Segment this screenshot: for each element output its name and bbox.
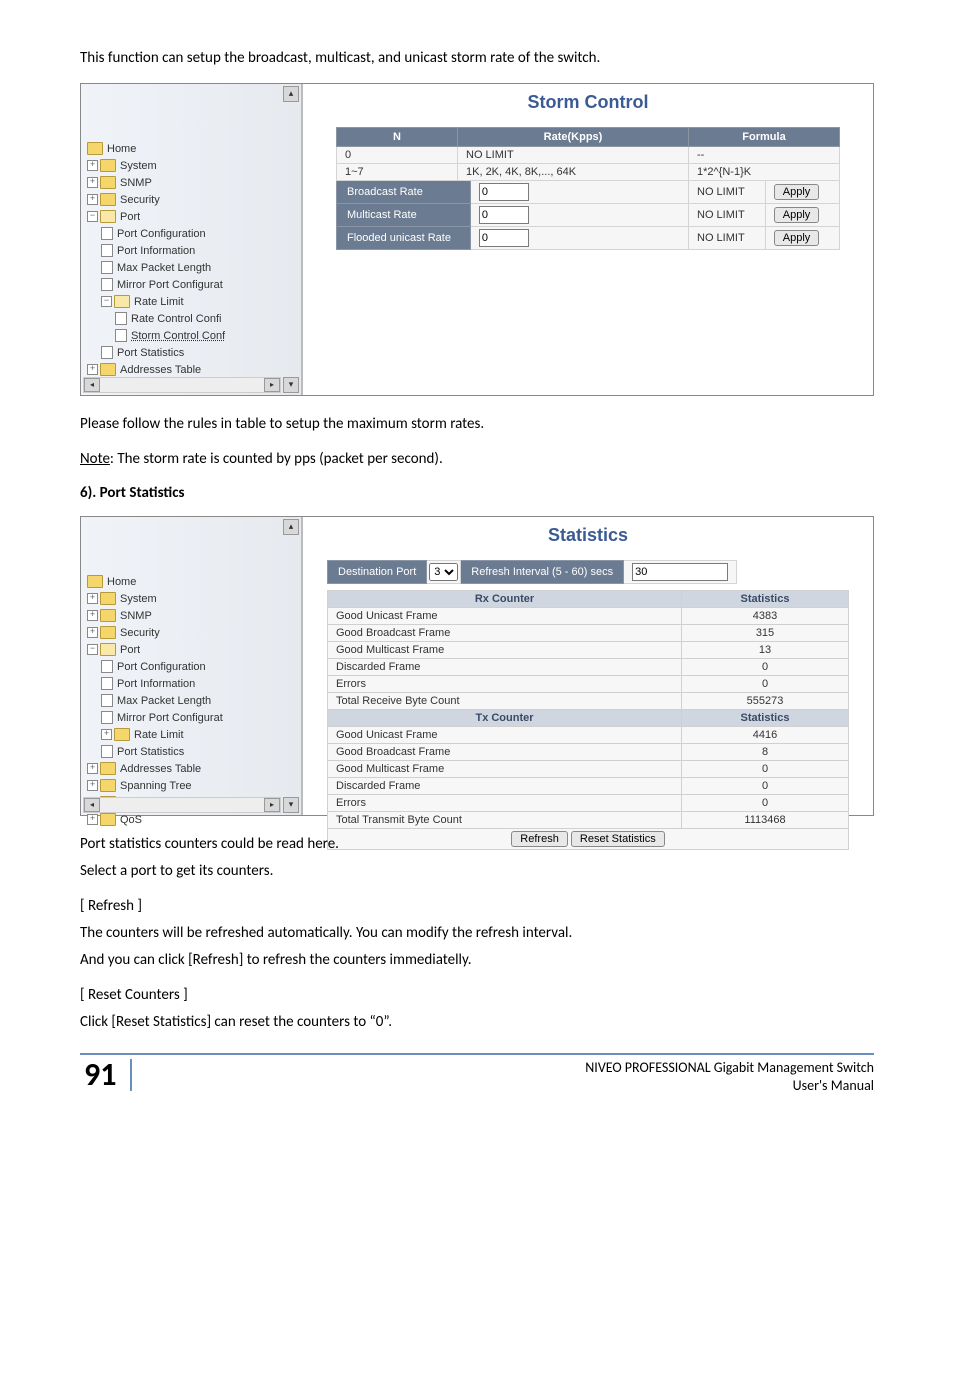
tree-port-config[interactable]: Port Configuration bbox=[87, 658, 297, 675]
table-row: Total Receive Byte Count555273 bbox=[328, 693, 849, 710]
table-row: Good Unicast Frame4383 bbox=[328, 608, 849, 625]
tree-system[interactable]: +System bbox=[87, 590, 297, 607]
page-footer: 91 NIVEO PROFESSIONAL Gigabit Management… bbox=[80, 1059, 874, 1095]
content-pane: Statistics Destination Port 3 Refresh In… bbox=[303, 517, 873, 815]
table-row: Good Unicast Frame4416 bbox=[328, 727, 849, 744]
tree-security[interactable]: +Security bbox=[87, 624, 297, 641]
table-row: Good Broadcast Frame8 bbox=[328, 744, 849, 761]
tree-addresses[interactable]: +Addresses Table bbox=[87, 760, 297, 777]
tree-port[interactable]: −Port bbox=[87, 208, 297, 225]
tree-port-info[interactable]: Port Information bbox=[87, 242, 297, 259]
flooded-row: Flooded unicast Rate NO LIMIT Apply bbox=[337, 227, 840, 250]
tree-spanning[interactable]: +Spanning Tree bbox=[87, 777, 297, 794]
tree-addresses[interactable]: +Addresses Table bbox=[87, 361, 297, 378]
tree-port-config[interactable]: Port Configuration bbox=[87, 225, 297, 242]
body-text: Please follow the rules in table to setu… bbox=[80, 414, 874, 435]
tree-rate-limit[interactable]: +Rate Limit bbox=[87, 726, 297, 743]
stats-header: Statistics bbox=[682, 591, 849, 608]
tree-system[interactable]: +System bbox=[87, 157, 297, 174]
tree-snmp[interactable]: +SNMP bbox=[87, 174, 297, 191]
body-text: The counters will be refreshed automatic… bbox=[80, 923, 874, 944]
footer-rule bbox=[80, 1053, 874, 1055]
tree-storm-control-conf[interactable]: Storm Control Conf bbox=[87, 327, 297, 344]
footer-title: NIVEO PROFESSIONAL Gigabit Management Sw… bbox=[585, 1059, 874, 1076]
body-text: Select a port to get its counters. bbox=[80, 861, 874, 882]
scroll-down-icon[interactable]: ▾ bbox=[283, 797, 299, 813]
rx-header: Rx Counter bbox=[328, 591, 682, 608]
col-rate: Rate(Kpps) bbox=[458, 128, 689, 147]
tx-header: Tx Counter bbox=[328, 710, 682, 727]
reset-stats-button[interactable]: Reset Statistics bbox=[571, 831, 665, 847]
refresh-button[interactable]: Refresh bbox=[511, 831, 568, 847]
flooded-apply-button[interactable]: Apply bbox=[774, 230, 820, 246]
table-row: Errors0 bbox=[328, 676, 849, 693]
broadcast-apply-button[interactable]: Apply bbox=[774, 184, 820, 200]
col-n: N bbox=[337, 128, 458, 147]
table-row: Discarded Frame0 bbox=[328, 778, 849, 795]
nav-tree: ▴ Home +System +SNMP +Security −Port Por… bbox=[81, 517, 303, 815]
panel-title: Storm Control bbox=[327, 92, 849, 113]
broadcast-row: Broadcast Rate NO LIMIT Apply bbox=[337, 181, 840, 204]
table-row: Good Multicast Frame13 bbox=[328, 642, 849, 659]
body-text: And you can click [Refresh] to refresh t… bbox=[80, 950, 874, 971]
h-scrollbar[interactable]: ◂▸ bbox=[83, 377, 281, 393]
tree-rate-control-conf[interactable]: Rate Control Confi bbox=[87, 310, 297, 327]
screenshot-storm-control: ▴ Home +System +SNMP +Security −Port Por… bbox=[80, 83, 874, 396]
h-scrollbar[interactable]: ◂▸ bbox=[83, 797, 281, 813]
tree-port-stats[interactable]: Port Statistics bbox=[87, 344, 297, 361]
subheading: [ Reset Counters ] bbox=[80, 985, 874, 1006]
table-row: Good Multicast Frame0 bbox=[328, 761, 849, 778]
tree-home[interactable]: Home bbox=[87, 140, 297, 157]
tree-port-stats[interactable]: Port Statistics bbox=[87, 743, 297, 760]
tree-qos[interactable]: +QoS bbox=[87, 811, 297, 828]
col-formula: Formula bbox=[689, 128, 840, 147]
broadcast-input[interactable] bbox=[479, 183, 529, 201]
nav-tree: ▴ Home +System +SNMP +Security −Port Por… bbox=[81, 84, 303, 395]
tree-max-packet[interactable]: Max Packet Length bbox=[87, 692, 297, 709]
scroll-down-icon[interactable]: ▾ bbox=[283, 377, 299, 393]
tree-rate-limit[interactable]: −Rate Limit bbox=[87, 293, 297, 310]
body-text: Note: The storm rate is counted by pps (… bbox=[80, 449, 874, 470]
table-row: 1~7 1K, 2K, 4K, 8K,..., 64K 1*2^{N-1}K bbox=[337, 164, 840, 181]
subheading: [ Refresh ] bbox=[80, 896, 874, 917]
tree-security[interactable]: +Security bbox=[87, 191, 297, 208]
table-row: Discarded Frame0 bbox=[328, 659, 849, 676]
tree-port-info[interactable]: Port Information bbox=[87, 675, 297, 692]
tree-home[interactable]: Home bbox=[87, 573, 297, 590]
multicast-apply-button[interactable]: Apply bbox=[774, 207, 820, 223]
refresh-interval-input[interactable] bbox=[632, 563, 728, 581]
table-row: Errors0 bbox=[328, 795, 849, 812]
stats-header: Statistics bbox=[682, 710, 849, 727]
dest-port-select[interactable]: 3 bbox=[429, 563, 458, 581]
panel-title: Statistics bbox=[327, 525, 849, 546]
tree-mirror-port[interactable]: Mirror Port Configurat bbox=[87, 709, 297, 726]
section-heading: 6). Port Statistics bbox=[80, 484, 874, 502]
table-row: Total Transmit Byte Count1113468 bbox=[328, 812, 849, 829]
tree-snmp[interactable]: +SNMP bbox=[87, 607, 297, 624]
multicast-row: Multicast Rate NO LIMIT Apply bbox=[337, 204, 840, 227]
dest-port-label: Destination Port bbox=[328, 561, 427, 584]
tree-mirror-port[interactable]: Mirror Port Configurat bbox=[87, 276, 297, 293]
table-row: Good Broadcast Frame315 bbox=[328, 625, 849, 642]
page-number: 91 bbox=[80, 1059, 132, 1091]
flooded-input[interactable] bbox=[479, 229, 529, 247]
footer-subtitle: User's Manual bbox=[793, 1077, 874, 1094]
multicast-input[interactable] bbox=[479, 206, 529, 224]
stats-table: Rx CounterStatistics Good Unicast Frame4… bbox=[327, 590, 849, 850]
tree-port[interactable]: −Port bbox=[87, 641, 297, 658]
body-text: This function can setup the broadcast, m… bbox=[80, 48, 874, 69]
table-row: 0 NO LIMIT -- bbox=[337, 147, 840, 164]
scroll-up-icon[interactable]: ▴ bbox=[283, 519, 299, 535]
refresh-interval-label: Refresh Interval (5 - 60) secs bbox=[461, 561, 624, 584]
body-text: Click [Reset Statistics] can reset the c… bbox=[80, 1012, 874, 1033]
screenshot-statistics: ▴ Home +System +SNMP +Security −Port Por… bbox=[80, 516, 874, 816]
content-pane: Storm Control N Rate(Kpps) Formula 0 NO … bbox=[303, 84, 873, 395]
scroll-up-icon[interactable]: ▴ bbox=[283, 86, 299, 102]
tree-max-packet[interactable]: Max Packet Length bbox=[87, 259, 297, 276]
